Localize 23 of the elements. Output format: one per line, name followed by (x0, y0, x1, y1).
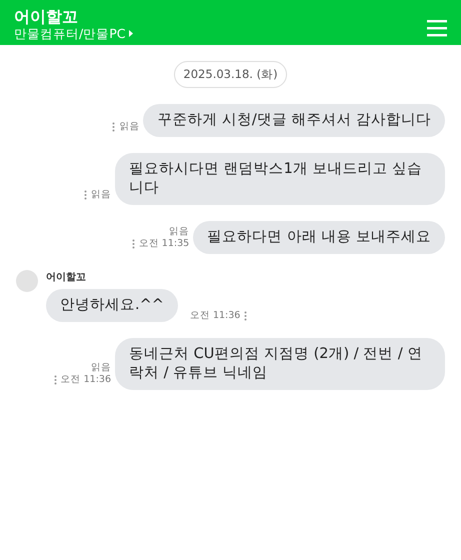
avatar (16, 270, 38, 292)
read-status: 읽음 (119, 121, 140, 134)
message-bubble: 동네근처 CU편의점 지점명 (2개) / 전번 / 연락처 / 유튜브 닉네임 (115, 338, 445, 390)
message-bubble: 꾸준하게 시청/댓글 해주셔서 감사합니다 (143, 104, 445, 138)
read-status: 읽음 (91, 189, 111, 202)
message-time: 오전 11:35 (138, 238, 190, 250)
message-time: 오전 11:36 (190, 310, 240, 322)
more-icon[interactable] (84, 190, 87, 200)
sender-name: 어이할꼬 (46, 271, 87, 286)
message-bubble: 필요하시다면 랜덤박스1개 보내드리고 싶습니다 (115, 153, 445, 206)
channel-link[interactable]: 만물컴퓨터/만물PC (14, 26, 126, 42)
message-time: 오전 11:36 (60, 374, 111, 386)
more-icon[interactable] (244, 311, 248, 322)
message-bubble: 필요하다면 아래 내용 보내주세요 (193, 221, 445, 254)
message-bubble: 안녕하세요.^^ (46, 289, 178, 322)
chat-title: 어이할꼬 (14, 6, 79, 26)
caret-icon (129, 30, 134, 37)
read-status: 읽음 (169, 226, 190, 238)
more-icon[interactable] (112, 122, 116, 132)
more-icon[interactable] (132, 239, 135, 250)
read-status: 읽음 (91, 362, 111, 374)
date-divider: 2025.03.18. (화) (174, 61, 287, 88)
more-icon[interactable] (54, 375, 57, 386)
